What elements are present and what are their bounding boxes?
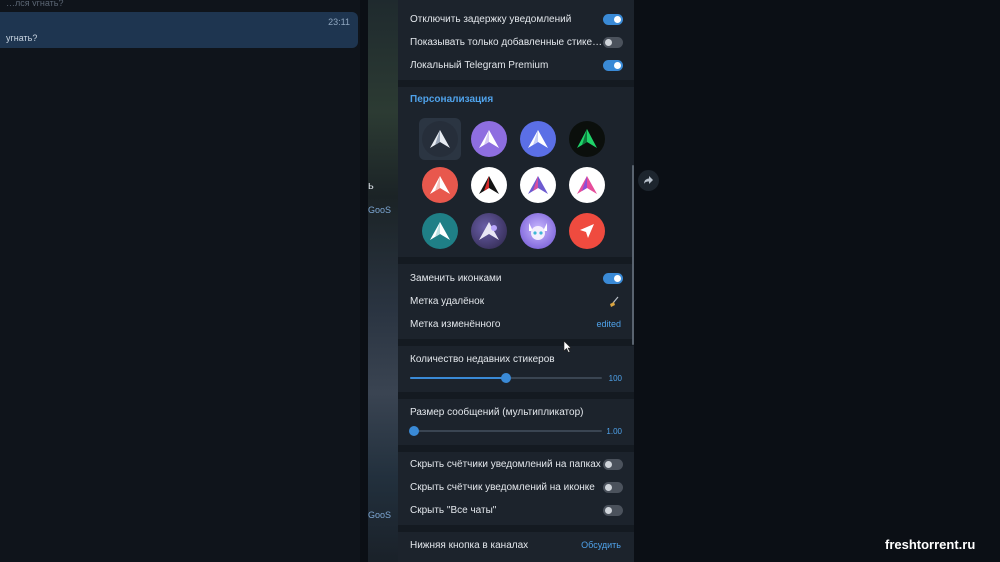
toggle-row-notification-delay[interactable]: Отключить задержку уведомлений — [398, 8, 634, 31]
edited-mark-value: edited — [596, 319, 621, 329]
app-icon-teal[interactable] — [419, 210, 461, 252]
app-icon-image — [422, 167, 458, 203]
chat-wallpaper — [368, 0, 398, 562]
edited-mark-row[interactable]: Метка изменённого edited — [398, 313, 634, 336]
toggle-switch[interactable] — [603, 482, 623, 493]
toggle-knob — [605, 461, 612, 468]
row-label: Нижняя кнопка в каналах — [410, 540, 529, 551]
toggle-switch[interactable] — [603, 37, 623, 48]
app-icon-green-glow[interactable] — [566, 118, 608, 160]
toggle-row-replace-with-icons[interactable]: Заменить иконками — [398, 267, 634, 290]
app-icon-indigo[interactable] — [517, 118, 559, 160]
message-size-slider[interactable] — [408, 426, 602, 436]
chat-list-background: …лся угнать? 23:11 угнать? — [0, 0, 360, 562]
app-icon-image — [471, 167, 507, 203]
recent-stickers-value: 100 — [608, 374, 622, 383]
mouse-cursor-icon — [563, 340, 572, 358]
toggle-switch[interactable] — [603, 459, 623, 470]
app-icon-image — [422, 213, 458, 249]
recent-stickers-slider[interactable] — [410, 373, 602, 383]
toggle-switch[interactable] — [603, 273, 623, 284]
app-icon-purple[interactable] — [468, 118, 510, 160]
app-icon-white-violet[interactable] — [517, 164, 559, 206]
message-time: 23:11 — [328, 17, 350, 27]
toggle-row-local-premium[interactable]: Локальный Telegram Premium — [398, 54, 634, 77]
app-icon-anime-dark[interactable] — [468, 210, 510, 252]
watermark-text: freshtorrent.ru — [885, 537, 976, 552]
toggle-label: Заменить иконками — [410, 273, 502, 284]
app-icon-anime-violet[interactable] — [517, 210, 559, 252]
section-divider — [398, 525, 634, 532]
row-label: Метка удалёнок — [410, 296, 485, 307]
slider-thumb[interactable] — [408, 426, 419, 436]
channel-button-value[interactable]: Обсудить — [581, 534, 621, 557]
app-icon-red[interactable] — [419, 164, 461, 206]
app-icon-image — [520, 121, 556, 157]
toggle-row-hide-folder-counters[interactable]: Скрыть счётчики уведомлений на папках — [398, 453, 634, 476]
app-icon-image — [520, 213, 556, 249]
toggle-switch[interactable] — [603, 14, 623, 25]
section-divider — [398, 339, 634, 346]
toggle-row-added-stickers-only[interactable]: Показывать только добавленные стике… — [398, 31, 634, 54]
channel-bottom-button-row[interactable]: Нижняя кнопка в каналах Обсудить — [398, 534, 634, 557]
toggle-label: Отключить задержку уведомлений — [410, 14, 572, 25]
toggle-label: Скрыть счётчик уведомлений на иконке — [410, 482, 595, 493]
message-fragment: …лся угнать? — [6, 0, 64, 6]
toggle-label: Локальный Telegram Premium — [410, 60, 549, 71]
app-icon-image — [569, 167, 605, 203]
app-icon-default[interactable] — [419, 118, 461, 160]
toggle-switch[interactable] — [603, 505, 623, 516]
settings-scrollbar[interactable] — [632, 165, 634, 345]
section-divider — [398, 445, 634, 452]
toggle-label: Показывать только добавленные стике… — [410, 37, 603, 48]
share-icon — [643, 172, 654, 190]
toggle-row-hide-icon-counter[interactable]: Скрыть счётчик уведомлений на иконке — [398, 476, 634, 499]
toggle-knob — [605, 39, 612, 46]
toggle-knob — [605, 507, 612, 514]
recent-stickers-label: Количество недавних стикеров — [410, 354, 555, 365]
slider-fill — [410, 377, 506, 379]
toggle-knob — [605, 484, 612, 491]
sender-name: GooS — [368, 205, 392, 215]
sender-name: GooS — [368, 510, 392, 520]
toggle-knob — [614, 62, 621, 69]
deleted-mark-row[interactable]: Метка удалёнок — [398, 290, 634, 313]
app-icon-image — [471, 213, 507, 249]
share-button[interactable] — [638, 170, 659, 191]
toggle-row-hide-all-chats[interactable]: Скрыть "Все чаты" — [398, 499, 634, 522]
message-bubble[interactable]: 23:11 угнать? — [0, 12, 358, 48]
message-size-label: Размер сообщений (мультипликатор) — [410, 407, 584, 418]
slider-thumb[interactable] — [501, 373, 511, 383]
toggle-label: Скрыть счётчики уведомлений на папках — [410, 459, 601, 470]
app-icon-image — [569, 213, 605, 249]
app-icon-red-arrow[interactable] — [566, 210, 608, 252]
wallpaper-text: ь — [368, 180, 374, 192]
toggle-knob — [614, 16, 621, 23]
app-icon-image — [569, 121, 605, 157]
message-text: угнать? — [6, 33, 38, 43]
section-divider — [398, 257, 634, 264]
section-divider — [398, 392, 634, 399]
section-title-personalization: Персонализация — [410, 94, 494, 105]
settings-panel: Отключить задержку уведомлений Показыват… — [398, 0, 634, 562]
message-size-value: 1.00 — [606, 427, 622, 436]
app-icon-black-red[interactable] — [468, 164, 510, 206]
app-icon-image — [422, 121, 458, 157]
toggle-label: Скрыть "Все чаты" — [410, 505, 497, 516]
app-icon-image — [471, 121, 507, 157]
toggle-knob — [614, 275, 621, 282]
app-icon-pink[interactable] — [566, 164, 608, 206]
broom-icon — [608, 295, 620, 307]
toggle-switch[interactable] — [603, 60, 623, 71]
app-icon-image — [520, 167, 556, 203]
section-divider — [398, 80, 634, 87]
row-label: Метка изменённого — [410, 319, 501, 330]
